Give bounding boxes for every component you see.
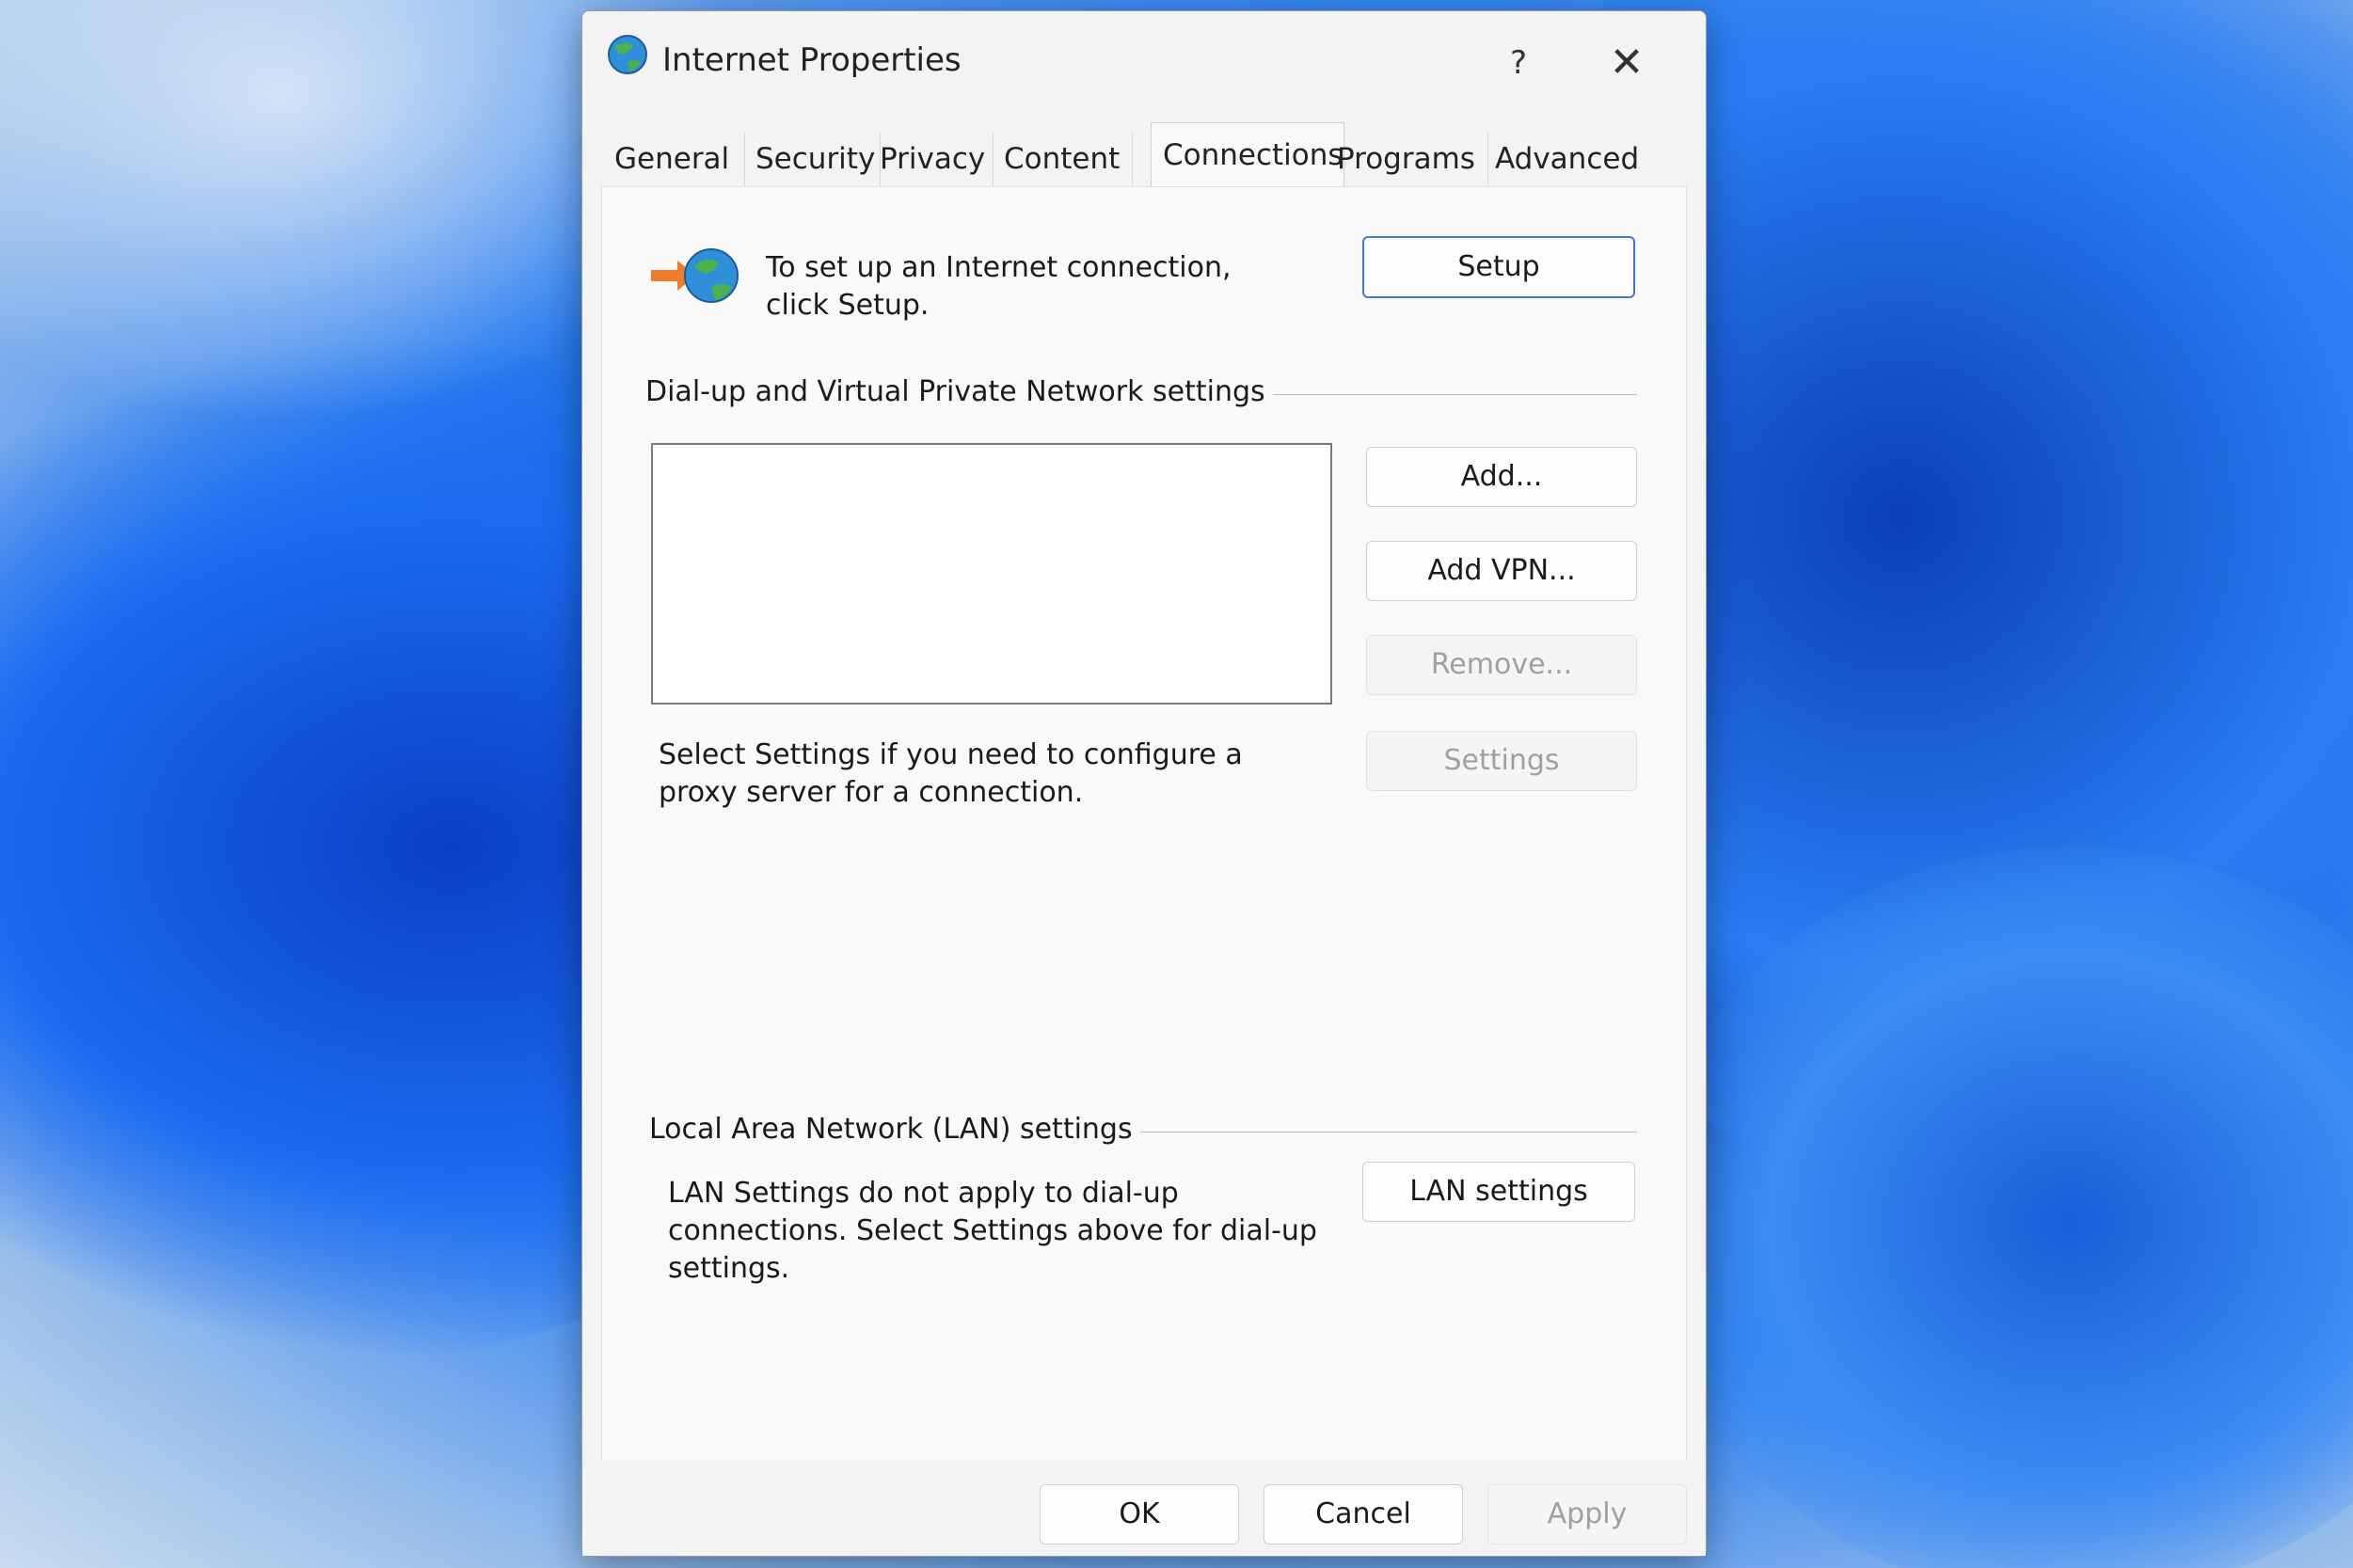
- help-button[interactable]: ?: [1476, 30, 1561, 96]
- tab-connections[interactable]: Connections: [1151, 122, 1344, 187]
- tab-privacy[interactable]: Privacy: [868, 132, 994, 186]
- tab-content[interactable]: Content: [993, 132, 1133, 186]
- ok-button[interactable]: OK: [1040, 1484, 1239, 1544]
- lan-instructions: LAN Settings do not apply to dial-up con…: [668, 1177, 1317, 1285]
- lan-group-label: Local Area Network (LAN) settings: [649, 1113, 1140, 1146]
- tab-general[interactable]: General: [603, 132, 745, 186]
- internet-globe-icon: [601, 30, 650, 79]
- lan-settings-button[interactable]: LAN settings: [1362, 1162, 1635, 1222]
- setup-button[interactable]: Setup: [1362, 236, 1635, 298]
- settings-button[interactable]: Settings: [1366, 731, 1637, 791]
- setup-instructions: To set up an Internet connection, click …: [766, 251, 1232, 322]
- remove-button[interactable]: Remove...: [1366, 635, 1637, 695]
- connections-tab-panel: To set up an Internet connection, click …: [601, 186, 1687, 1462]
- connection-wizard-icon: [649, 244, 743, 309]
- tab-advanced[interactable]: Advanced: [1484, 132, 1647, 186]
- add-button[interactable]: Add...: [1366, 447, 1637, 507]
- internet-properties-dialog: Internet Properties ? ✕ General Security…: [581, 10, 1707, 1557]
- title-bar[interactable]: Internet Properties ? ✕: [582, 11, 1706, 105]
- dialup-group-label: Dial-up and Virtual Private Network sett…: [645, 375, 1273, 408]
- tab-programs[interactable]: Programs: [1326, 132, 1488, 186]
- window-title: Internet Properties: [662, 41, 962, 79]
- proxy-instructions: Select Settings if you need to configure…: [659, 738, 1243, 809]
- cancel-button[interactable]: Cancel: [1264, 1484, 1463, 1544]
- close-button[interactable]: ✕: [1580, 30, 1674, 96]
- connections-listbox[interactable]: [651, 443, 1332, 705]
- tab-security[interactable]: Security: [744, 132, 881, 186]
- add-vpn-button[interactable]: Add VPN...: [1366, 541, 1637, 601]
- dialog-footer: OK Cancel Apply: [582, 1460, 1706, 1556]
- apply-button[interactable]: Apply: [1487, 1484, 1687, 1544]
- tab-strip: General Security Privacy Content Connect…: [603, 122, 1685, 187]
